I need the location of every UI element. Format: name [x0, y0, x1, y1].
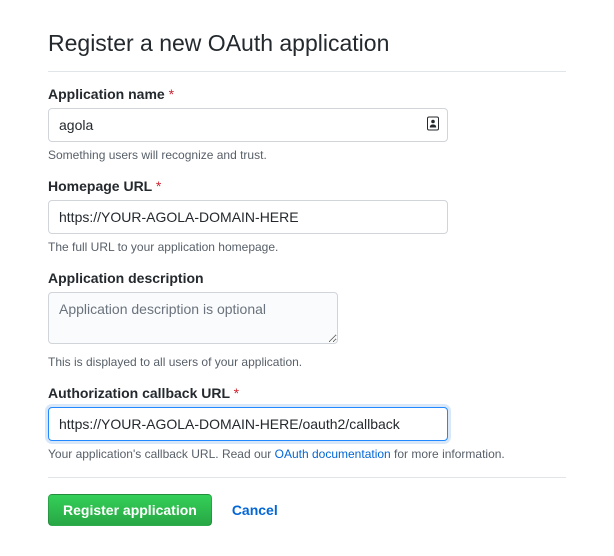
app-name-label: Application name *: [48, 86, 566, 102]
divider: [48, 71, 566, 72]
homepage-url-label-text: Homepage URL: [48, 178, 152, 194]
app-name-input[interactable]: [48, 108, 448, 142]
callback-hint-prefix: Your application's callback URL. Read ou…: [48, 447, 275, 461]
cancel-link[interactable]: Cancel: [232, 502, 278, 518]
description-group: Application description This is displaye…: [48, 270, 566, 369]
callback-url-hint: Your application's callback URL. Read ou…: [48, 447, 566, 461]
page-title: Register a new OAuth application: [48, 30, 566, 57]
callback-url-group: Authorization callback URL * Your applic…: [48, 385, 566, 461]
app-name-label-text: Application name: [48, 86, 165, 102]
homepage-url-hint: The full URL to your application homepag…: [48, 240, 566, 254]
form-actions: Register application Cancel: [48, 494, 566, 526]
app-name-hint: Something users will recognize and trust…: [48, 148, 566, 162]
required-star: *: [234, 385, 239, 401]
description-hint: This is displayed to all users of your a…: [48, 355, 566, 369]
required-star: *: [169, 86, 174, 102]
description-label-text: Application description: [48, 270, 204, 286]
required-star: *: [156, 178, 161, 194]
callback-url-label: Authorization callback URL *: [48, 385, 566, 401]
callback-hint-suffix: for more information.: [391, 447, 505, 461]
divider: [48, 477, 566, 478]
description-textarea[interactable]: [48, 292, 338, 344]
app-name-group: Application name * Something users will …: [48, 86, 566, 162]
callback-url-input[interactable]: [48, 407, 448, 441]
homepage-url-input[interactable]: [48, 200, 448, 234]
callback-url-label-text: Authorization callback URL: [48, 385, 230, 401]
homepage-url-group: Homepage URL * The full URL to your appl…: [48, 178, 566, 254]
description-label: Application description: [48, 270, 566, 286]
register-application-button[interactable]: Register application: [48, 494, 212, 526]
homepage-url-label: Homepage URL *: [48, 178, 566, 194]
oauth-docs-link[interactable]: OAuth documentation: [275, 447, 391, 461]
